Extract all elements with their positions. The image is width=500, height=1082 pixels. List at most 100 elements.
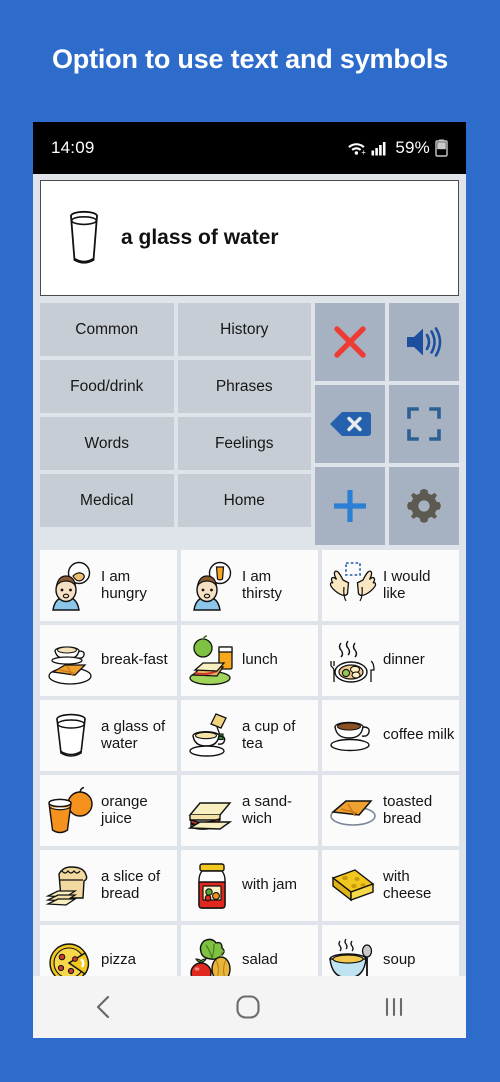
symbol-label: orange juice [101,792,148,827]
status-bar: 14:09 + 59% [33,122,466,174]
category-label: Home [223,491,265,509]
symbol-cell[interactable]: a slice of bread [40,850,177,921]
glass-of-water-icon [70,210,98,264]
plus-icon [334,490,366,522]
circle-icon [236,995,261,1019]
wifi-icon: + [348,143,367,156]
nav-recents-button[interactable] [382,995,406,1019]
status-icons: + 59% [347,138,448,158]
symbol-cell[interactable]: toasted bread [322,775,459,846]
signal-bars-icon [371,141,386,155]
category-label: History [220,320,269,338]
symbol-cell[interactable]: with cheese [322,850,459,921]
symbol-label: toasted bread [383,792,433,827]
clear-button[interactable] [315,303,385,381]
screenshot-root: Option to use text and symbols 14:09 + 5… [0,0,500,1082]
symbol-label: soup [383,951,416,969]
symbol-cell[interactable]: a sand-wich [181,775,318,846]
phone-screen: 14:09 + 59% a glass of water Common Hist… [33,122,466,1038]
symbol-label: salad [242,951,278,969]
category-history[interactable]: History [177,303,311,356]
fullscreen-icon [407,407,441,441]
category-food-drink[interactable]: Food/drink [40,360,174,413]
svg-text:+: + [362,148,367,156]
category-words[interactable]: Words [40,417,174,470]
cup-of-tea-icon [189,712,227,757]
android-nav-bar [33,976,466,1038]
category-label: Words [84,434,129,452]
symbol-cell[interactable]: coffee milk [322,700,459,771]
category-buttons: Common History Food/drink Phrases Words … [40,303,311,545]
dinner-icon [330,640,375,683]
toasted-bread-icon [330,799,376,826]
settings-button[interactable] [389,467,459,545]
symbol-cell[interactable]: I am hungry [40,550,177,621]
symbol-label: with cheese [383,867,432,902]
symbol-cell[interactable]: with jam [181,850,318,921]
red-x-icon [334,326,366,358]
symbol-label: a sand-wich [242,792,293,827]
person-hungry-icon [52,561,91,611]
coffee-milk-icon [330,721,370,751]
page-title: Option to use text and symbols [51,44,449,74]
category-label: Phrases [215,377,273,395]
fullscreen-button[interactable] [389,385,459,463]
symbol-label: dinner [383,651,425,669]
symbol-label: I am thirsty [242,567,283,602]
category-home[interactable]: Home [177,474,311,527]
orange-juice-icon [48,786,93,833]
backspace-button[interactable] [315,385,385,463]
symbol-cell[interactable]: dinner [322,625,459,696]
cheese-icon [331,868,375,901]
speaker-icon [407,327,442,357]
message-bar[interactable]: a glass of water [40,180,459,296]
category-medical[interactable]: Medical [40,474,174,527]
chevron-left-icon [97,995,110,1019]
category-label: Feelings [214,434,274,452]
glass-of-water-icon [56,713,86,757]
add-button[interactable] [315,467,385,545]
breakfast-icon [48,645,92,685]
symbol-label: a cup of tea [242,717,296,752]
symbol-grid: I am hungry I am thirsty I would like br… [40,550,459,996]
symbol-cell[interactable]: I would like [322,550,459,621]
symbol-label: pizza [101,951,137,969]
symbol-label: lunch [242,651,278,669]
status-time: 14:09 [51,138,95,157]
bars-icon [385,997,402,1017]
category-label: Food/drink [70,377,144,395]
symbol-grid-wrapper: I am hungry I am thirsty I would like br… [40,550,459,1038]
symbol-label: a slice of bread [101,867,161,902]
battery-icon [435,139,448,157]
symbol-cell[interactable]: a cup of tea [181,700,318,771]
category-label: Medical [80,491,134,509]
jam-jar-icon [198,862,226,909]
backspace-icon [330,412,371,436]
symbol-cell[interactable]: break-fast [40,625,177,696]
symbol-label: a glass of water [101,717,166,752]
action-buttons [315,303,459,545]
nav-home-button[interactable] [235,994,261,1020]
slice-of-bread-icon [45,865,88,906]
symbol-cell[interactable]: I am thirsty [181,550,318,621]
symbol-label: I am hungry [101,567,147,602]
symbol-label: I would like [383,567,431,602]
category-phrases[interactable]: Phrases [177,360,311,413]
person-thirsty-icon [193,561,232,611]
message-text: a glass of water [121,226,279,249]
symbol-cell[interactable]: lunch [181,625,318,696]
open-hands-icon [329,561,377,601]
app-body: a glass of water Common History Food/dri… [33,174,466,1038]
symbol-label: with jam [242,876,298,894]
category-label: Common [75,320,139,338]
category-common[interactable]: Common [40,303,174,356]
sandwich-icon [187,801,233,830]
symbol-label: coffee milk [383,726,455,744]
symbol-cell[interactable]: orange juice [40,775,177,846]
symbol-cell[interactable]: a glass of water [40,700,177,771]
category-feelings[interactable]: Feelings [177,417,311,470]
nav-back-button[interactable] [93,994,115,1020]
controls-region: Common History Food/drink Phrases Words … [40,303,459,545]
lunch-icon [189,634,233,685]
speak-button[interactable] [389,303,459,381]
